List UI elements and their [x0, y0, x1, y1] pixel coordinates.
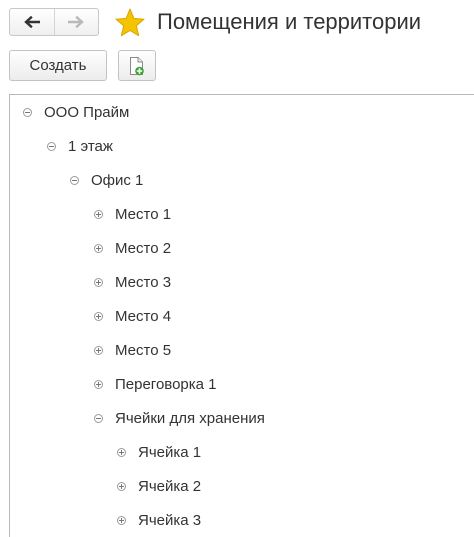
- expand-icon[interactable]: [94, 311, 103, 321]
- tree-item-label: Место 4: [115, 307, 172, 325]
- tree-item-floor-1[interactable]: 1 этаж: [47, 129, 113, 163]
- tree-item-ooo-praim[interactable]: ООО Прайм: [23, 95, 129, 129]
- tree-item-label: Ячейки для хранения: [115, 409, 265, 427]
- tree-item-label: Место 2: [115, 239, 172, 257]
- tree-item-storage-cells[interactable]: Ячейки для хранения: [94, 401, 265, 435]
- tree-item-cell-1[interactable]: Ячейка 1: [117, 435, 201, 469]
- expand-icon[interactable]: [94, 277, 103, 287]
- tree-item-place-5[interactable]: Место 5: [94, 333, 171, 367]
- arrow-right-icon: [68, 16, 85, 28]
- expand-icon[interactable]: [117, 447, 126, 457]
- tree-item-label: Место 1: [115, 205, 172, 223]
- tree-item-label: ООО Прайм: [44, 103, 130, 121]
- document-add-icon: [130, 56, 144, 75]
- expand-icon[interactable]: [117, 481, 126, 491]
- navigation-buttons: [9, 8, 99, 36]
- expand-icon[interactable]: [117, 515, 126, 525]
- tree-item-place-2[interactable]: Место 2: [94, 231, 171, 265]
- add-document-button[interactable]: [118, 50, 156, 81]
- expand-icon[interactable]: [94, 209, 103, 219]
- tree-item-label: Ячейка 1: [138, 443, 202, 461]
- tree-item-place-1[interactable]: Место 1: [94, 197, 171, 231]
- tree-item-cell-3[interactable]: Ячейка 3: [117, 503, 201, 537]
- expand-icon[interactable]: [94, 345, 103, 355]
- collapse-icon[interactable]: [70, 175, 79, 185]
- tree-item-place-3[interactable]: Место 3: [94, 265, 171, 299]
- window: Помещения и территории Создать ООО Прайм…: [0, 0, 474, 537]
- tree-item-office-1[interactable]: Офис 1: [70, 163, 143, 197]
- tree-item-place-4[interactable]: Место 4: [94, 299, 171, 333]
- tree-item-label: Место 5: [115, 341, 172, 359]
- tree-item-label: Ячейка 2: [138, 477, 202, 495]
- page-title: Помещения и территории: [157, 9, 422, 34]
- expand-icon[interactable]: [94, 379, 103, 389]
- tree-item-label: Переговорка 1: [115, 375, 217, 393]
- star-icon[interactable]: [114, 7, 146, 39]
- tree-item-meeting-room-1[interactable]: Переговорка 1: [94, 367, 217, 401]
- tree-item-label: Ячейка 3: [138, 511, 202, 529]
- tree-panel: ООО Прайм 1 этаж Офис 1 Место 1 Место 2 …: [9, 94, 474, 537]
- expand-icon[interactable]: [94, 243, 103, 253]
- forward-button[interactable]: [53, 9, 99, 35]
- collapse-icon[interactable]: [23, 107, 32, 117]
- arrow-left-icon: [23, 16, 40, 28]
- tree-item-cell-2[interactable]: Ячейка 2: [117, 469, 201, 503]
- tree-item-label: 1 этаж: [68, 137, 113, 155]
- tree-item-label: Офис 1: [91, 171, 144, 189]
- create-button[interactable]: Создать: [9, 50, 107, 81]
- collapse-icon[interactable]: [47, 141, 56, 151]
- back-button[interactable]: [10, 9, 54, 35]
- collapse-icon[interactable]: [94, 413, 103, 423]
- tree-item-label: Место 3: [115, 273, 172, 291]
